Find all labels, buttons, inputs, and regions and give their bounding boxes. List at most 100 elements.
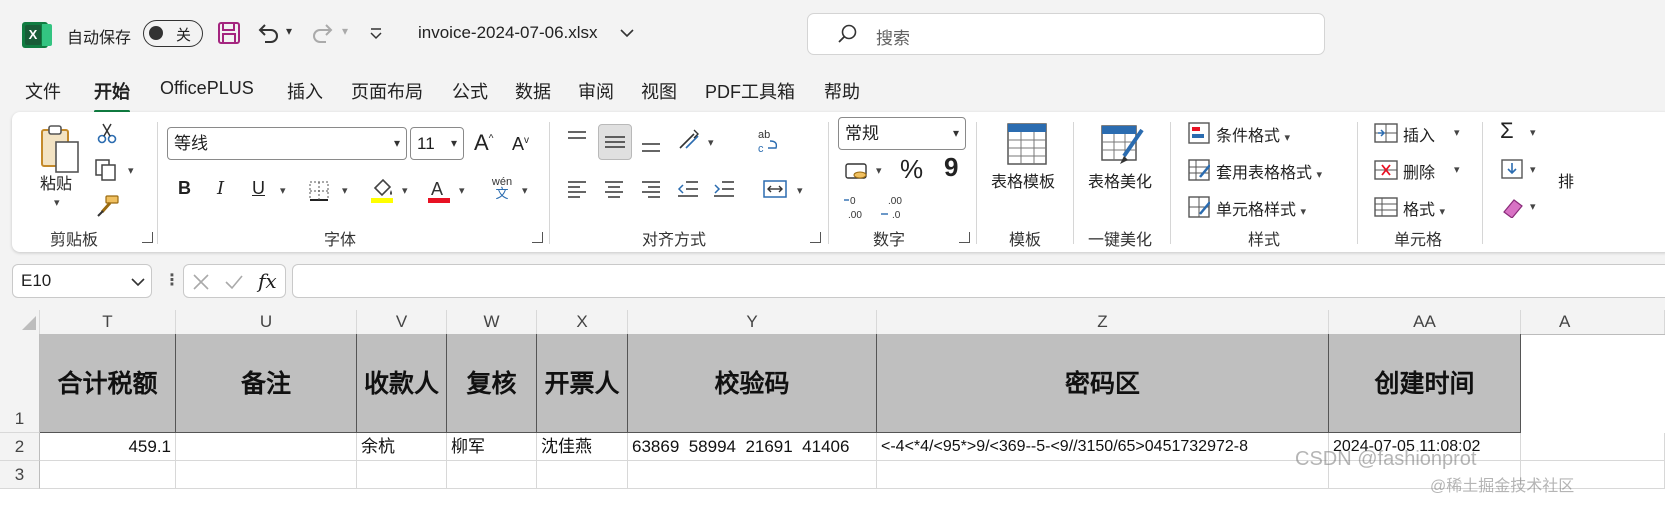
cell-styles-button[interactable]: 单元格样式 ▾: [1216, 196, 1306, 220]
bold-button[interactable]: B: [178, 178, 191, 199]
cell-t2[interactable]: 459.1: [40, 433, 176, 461]
autosum-button[interactable]: Σ: [1500, 118, 1514, 144]
enter-icon[interactable]: [224, 273, 244, 291]
header-cell-issuer[interactable]: 开票人: [537, 334, 628, 433]
cell-styles-icon[interactable]: [1188, 196, 1210, 218]
tab-formulas[interactable]: 公式: [452, 78, 488, 104]
column-header-z[interactable]: Z: [877, 310, 1329, 334]
align-center-icon[interactable]: [603, 178, 625, 200]
decrease-decimal-icon[interactable]: .00 .0: [878, 194, 908, 220]
undo-icon[interactable]: [255, 20, 281, 46]
paste-icon[interactable]: [38, 122, 82, 176]
italic-button[interactable]: I: [217, 178, 224, 199]
cell-u3[interactable]: [176, 461, 357, 489]
cell-y3[interactable]: [628, 461, 877, 489]
align-left-icon[interactable]: [566, 178, 588, 200]
column-header-ab[interactable]: A: [1521, 310, 1665, 334]
formula-input[interactable]: [292, 264, 1665, 298]
insert-cells-icon[interactable]: [1374, 122, 1398, 144]
fill-dropdown-icon[interactable]: ▾: [1530, 163, 1536, 176]
header-cell-reviewer[interactable]: 复核: [447, 334, 537, 433]
format-as-table-icon[interactable]: [1188, 159, 1210, 181]
font-launcher-icon[interactable]: [532, 232, 543, 243]
conditional-format-button[interactable]: 条件格式 ▾: [1216, 122, 1290, 146]
chevron-down-icon[interactable]: [620, 28, 634, 38]
orientation-icon[interactable]: [676, 128, 702, 152]
cell-v3[interactable]: [357, 461, 447, 489]
phonetic-dropdown-icon[interactable]: ▾: [522, 184, 528, 197]
cell-w3[interactable]: [447, 461, 537, 489]
search-box[interactable]: 搜索: [807, 13, 1325, 55]
paste-label[interactable]: 粘贴: [40, 170, 72, 194]
align-right-icon[interactable]: [640, 178, 662, 200]
cell-ab2[interactable]: [1521, 433, 1665, 461]
number-format-select[interactable]: 常规 ▾: [838, 117, 966, 150]
phonetic-guide-icon[interactable]: wén 文: [488, 176, 516, 200]
cell-u2[interactable]: [176, 433, 357, 461]
delete-cells-button[interactable]: 删除: [1403, 159, 1435, 183]
row-header-3[interactable]: 3: [0, 461, 40, 489]
tab-view[interactable]: 视图: [641, 78, 677, 104]
undo-dropdown-icon[interactable]: ▾: [286, 24, 292, 38]
autosum-dropdown-icon[interactable]: ▾: [1530, 126, 1536, 139]
wrap-text-icon[interactable]: ab c: [756, 126, 782, 156]
sort-filter-label-partial[interactable]: 排: [1558, 168, 1574, 192]
cell-t3[interactable]: [40, 461, 176, 489]
cell-w2[interactable]: 柳军: [447, 433, 537, 461]
column-header-u[interactable]: U: [176, 310, 357, 334]
autosave-toggle[interactable]: 关: [143, 20, 203, 47]
currency-dropdown-icon[interactable]: ▾: [876, 164, 882, 177]
tab-help[interactable]: 帮助: [824, 78, 860, 104]
redo-dropdown-icon[interactable]: ▾: [342, 24, 348, 38]
header-cell-tax-total[interactable]: 合计税额: [40, 334, 176, 433]
copy-icon[interactable]: [94, 158, 118, 182]
fill-color-icon[interactable]: [369, 176, 395, 204]
font-size-select[interactable]: 11 ▾: [410, 127, 464, 160]
tab-insert[interactable]: 插入: [287, 78, 323, 104]
header-cell-remark[interactable]: 备注: [176, 334, 357, 433]
clear-dropdown-icon[interactable]: ▾: [1530, 200, 1536, 213]
borders-icon[interactable]: [308, 180, 330, 202]
tab-review[interactable]: 审阅: [578, 78, 614, 104]
font-color-dropdown-icon[interactable]: ▾: [459, 184, 465, 197]
table-beautify-icon[interactable]: [1100, 122, 1144, 166]
delete-dropdown-icon[interactable]: ▾: [1454, 163, 1460, 176]
select-all-corner[interactable]: [0, 310, 40, 334]
align-top-icon[interactable]: [566, 130, 588, 148]
save-icon[interactable]: [216, 20, 242, 46]
underline-button[interactable]: U: [252, 178, 265, 199]
increase-decimal-icon[interactable]: 0 .00: [842, 194, 870, 220]
tab-data[interactable]: 数据: [515, 78, 551, 104]
percent-button[interactable]: %: [900, 154, 923, 185]
increase-indent-icon[interactable]: [712, 178, 736, 200]
cell-x3[interactable]: [537, 461, 628, 489]
underline-dropdown-icon[interactable]: ▾: [280, 184, 286, 197]
row-header-1[interactable]: 1: [0, 334, 40, 433]
orientation-dropdown-icon[interactable]: ▾: [708, 136, 714, 149]
grow-font-button[interactable]: A^: [474, 130, 493, 156]
column-header-v[interactable]: V: [357, 310, 447, 334]
merge-dropdown-icon[interactable]: ▾: [797, 184, 803, 197]
cancel-icon[interactable]: [192, 273, 210, 291]
header-cell-payee[interactable]: 收款人: [357, 334, 447, 433]
insert-dropdown-icon[interactable]: ▾: [1454, 126, 1460, 139]
column-header-x[interactable]: X: [537, 310, 628, 334]
number-launcher-icon[interactable]: [959, 232, 970, 243]
comma-style-button[interactable]: 9: [944, 152, 958, 183]
table-template-button[interactable]: 表格模板: [991, 168, 1055, 192]
cut-icon[interactable]: [96, 122, 118, 144]
cell-z3[interactable]: [877, 461, 1329, 489]
conditional-format-icon[interactable]: [1188, 122, 1210, 144]
format-cells-icon[interactable]: [1374, 196, 1398, 218]
more-options-icon[interactable]: ⋮: [164, 270, 180, 290]
row-header-2[interactable]: 2: [0, 433, 40, 461]
tab-pdf-tools[interactable]: PDF工具箱: [705, 78, 795, 104]
shrink-font-button[interactable]: Av: [512, 134, 529, 155]
align-middle-button[interactable]: [598, 124, 632, 160]
insert-function-button[interactable]: fx: [258, 269, 277, 293]
cell-v2[interactable]: 余杭: [357, 433, 447, 461]
delete-cells-icon[interactable]: [1374, 159, 1398, 181]
borders-dropdown-icon[interactable]: ▾: [342, 184, 348, 197]
table-template-icon[interactable]: [1006, 122, 1048, 166]
file-name[interactable]: invoice-2024-07-06.xlsx: [418, 23, 598, 43]
